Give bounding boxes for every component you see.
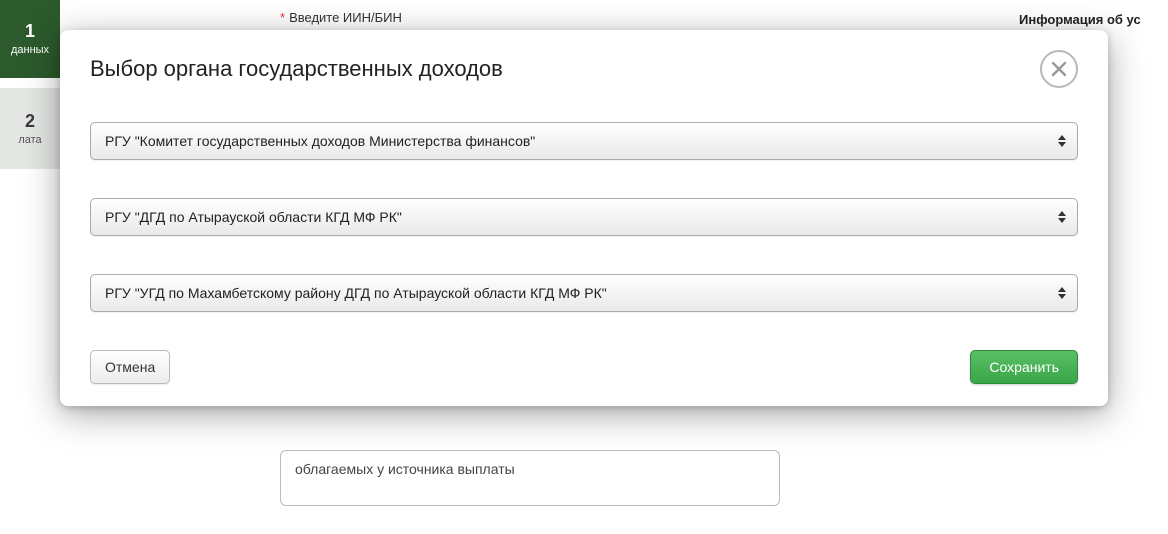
step-1[interactable]: 1 данных bbox=[0, 0, 60, 78]
info-panel-heading: Информация об ус bbox=[1019, 10, 1162, 30]
bottom-box-text: облагаемых у источника выплаты bbox=[295, 461, 515, 477]
step-1-label: данных bbox=[11, 44, 49, 56]
modal-title: Выбор органа государственных доходов bbox=[90, 56, 503, 82]
iin-label: * Введите ИИН/БИН bbox=[280, 10, 402, 25]
select-level-2-value: РГУ "ДГД по Атырауской области КГД МФ РК… bbox=[105, 209, 402, 225]
cancel-button[interactable]: Отмена bbox=[90, 350, 170, 384]
select-level-2-wrap: РГУ "ДГД по Атырауской области КГД МФ РК… bbox=[90, 198, 1078, 236]
required-asterisk: * bbox=[280, 10, 285, 25]
select-authority-modal: Выбор органа государственных доходов РГУ… bbox=[60, 30, 1108, 406]
select-level-2[interactable]: РГУ "ДГД по Атырауской области КГД МФ РК… bbox=[90, 198, 1078, 236]
select-level-1-value: РГУ "Комитет государственных доходов Мин… bbox=[105, 133, 535, 149]
modal-footer: Отмена Сохранить bbox=[90, 350, 1078, 384]
select-level-3-wrap: РГУ "УГД по Махамбетскому району ДГД по … bbox=[90, 274, 1078, 312]
modal-header: Выбор органа государственных доходов bbox=[90, 56, 1078, 88]
select-level-3[interactable]: РГУ "УГД по Махамбетскому району ДГД по … bbox=[90, 274, 1078, 312]
steps-sidebar: 1 данных 2 лата bbox=[0, 0, 60, 169]
step-2-label: лата bbox=[18, 134, 41, 146]
close-button[interactable] bbox=[1040, 50, 1078, 88]
select-level-1[interactable]: РГУ "Комитет государственных доходов Мин… bbox=[90, 122, 1078, 160]
step-1-number: 1 bbox=[4, 20, 56, 43]
close-icon bbox=[1051, 61, 1067, 77]
select-level-1-wrap: РГУ "Комитет государственных доходов Мин… bbox=[90, 122, 1078, 160]
step-2[interactable]: 2 лата bbox=[0, 88, 60, 170]
save-button[interactable]: Сохранить bbox=[970, 350, 1078, 384]
select-level-3-value: РГУ "УГД по Махамбетскому району ДГД по … bbox=[105, 285, 607, 301]
bottom-box: облагаемых у источника выплаты bbox=[280, 450, 780, 506]
iin-label-text: Введите ИИН/БИН bbox=[289, 10, 402, 25]
step-2-number: 2 bbox=[4, 110, 56, 133]
